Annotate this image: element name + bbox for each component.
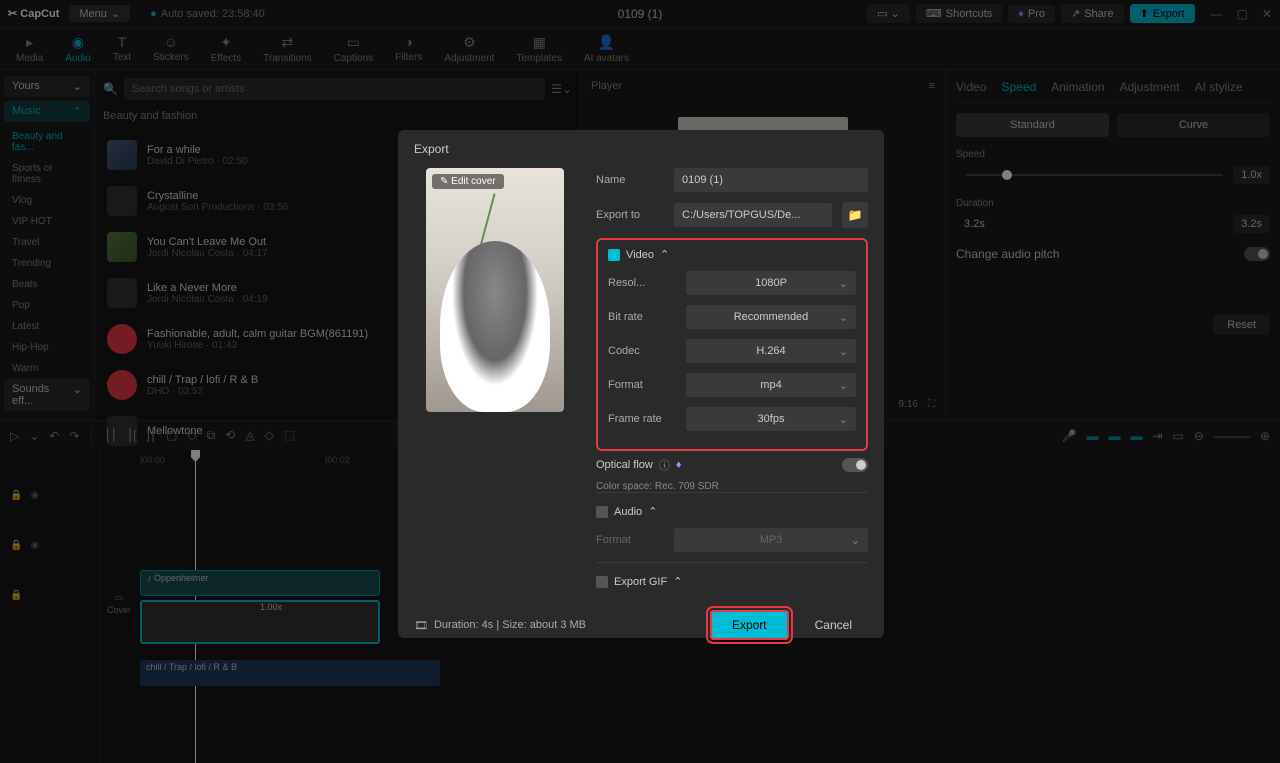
browse-folder-button[interactable]: 📁 xyxy=(842,202,868,228)
chevron-up-icon[interactable]: ⌃ xyxy=(673,575,682,588)
resolution-select[interactable]: 1080P xyxy=(686,271,856,295)
codec-select[interactable]: H.264 xyxy=(686,339,856,363)
chevron-up-icon[interactable]: ⌃ xyxy=(660,248,669,261)
edit-cover-button[interactable]: ✎ Edit cover xyxy=(432,174,504,189)
export-info: Duration: 4s | Size: about 3 MB xyxy=(434,619,586,631)
export-to-label: Export to xyxy=(596,209,664,221)
export-path-input[interactable] xyxy=(674,203,832,227)
cover-preview: ✎ Edit cover xyxy=(426,168,564,412)
framerate-select[interactable]: 30fps xyxy=(686,407,856,431)
optical-flow-label: Optical flow xyxy=(596,459,653,471)
pro-icon: ♦ xyxy=(676,459,682,471)
audio-format-select[interactable]: MP3 xyxy=(674,528,868,552)
modal-export-button[interactable]: Export xyxy=(710,610,789,640)
format-select[interactable]: mp4 xyxy=(686,373,856,397)
name-input[interactable] xyxy=(674,168,868,192)
info-icon[interactable]: ⓘ xyxy=(659,457,670,473)
folder-icon: 📁 xyxy=(848,208,863,222)
gif-checkbox[interactable] xyxy=(596,576,608,588)
audio-section-label: Audio xyxy=(614,506,642,518)
video-export-section: Video ⌃ Resol...1080P Bit rateRecommende… xyxy=(596,238,868,451)
export-modal: Export ✎ Edit cover Name Export to 📁 Vid… xyxy=(398,130,884,638)
gif-section-label: Export GIF xyxy=(614,576,667,588)
color-space-info: Color space: Rec. 709 SDR xyxy=(596,481,868,492)
video-checkbox[interactable] xyxy=(608,249,620,261)
film-icon: 🎞 xyxy=(414,619,428,632)
bitrate-select[interactable]: Recommended xyxy=(686,305,856,329)
video-section-label: Video xyxy=(626,249,654,261)
chevron-up-icon[interactable]: ⌃ xyxy=(648,505,657,518)
modal-cancel-button[interactable]: Cancel xyxy=(799,612,868,638)
audio-checkbox[interactable] xyxy=(596,506,608,518)
name-label: Name xyxy=(596,174,664,186)
modal-title: Export xyxy=(398,130,884,168)
optical-flow-toggle[interactable] xyxy=(842,458,868,472)
